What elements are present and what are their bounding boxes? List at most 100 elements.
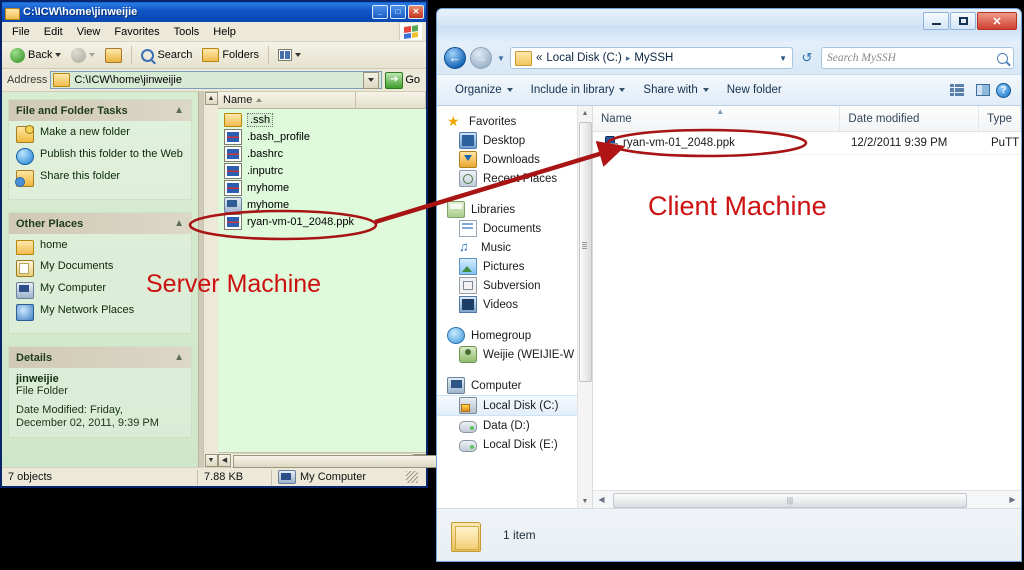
back-button[interactable]: ←: [444, 47, 466, 69]
change-view-icon[interactable]: [950, 84, 964, 96]
nav-item-subversion[interactable]: Subversion: [437, 276, 592, 295]
forward-button[interactable]: →: [470, 47, 492, 69]
resize-grip[interactable]: [406, 471, 418, 483]
nav-item-music[interactable]: ♫ Music: [437, 238, 592, 257]
recent-pages-dropdown[interactable]: ▼: [496, 54, 506, 63]
menu-tools[interactable]: Tools: [167, 24, 207, 40]
nav-group-libraries[interactable]: Libraries: [437, 200, 592, 219]
nav-item-downloads[interactable]: Downloads: [437, 150, 592, 169]
scroll-track[interactable]: [231, 453, 445, 468]
nav-group-homegroup[interactable]: Homegroup: [437, 326, 592, 345]
minimize-icon[interactable]: [923, 12, 949, 30]
scroll-track[interactable]: |||: [609, 492, 1005, 508]
menu-help[interactable]: Help: [206, 24, 243, 40]
client-title-bar: ✕: [437, 9, 1021, 42]
column-date-modified[interactable]: Date modified: [840, 106, 980, 131]
nav-item-videos[interactable]: Videos: [437, 295, 592, 314]
nav-item-desktop[interactable]: Desktop: [437, 131, 592, 150]
maximize-icon[interactable]: [950, 12, 976, 30]
scroll-up-icon[interactable]: ▲: [579, 106, 592, 120]
list-item[interactable]: .inputrc: [222, 162, 426, 179]
search-input[interactable]: Search MySSH: [821, 47, 1014, 69]
task-publish-to-web[interactable]: Publish this folder to the Web: [16, 148, 185, 165]
task-make-new-folder[interactable]: Make a new folder: [16, 125, 185, 143]
list-item-ppk[interactable]: ryan-vm-01_2048.ppk: [222, 213, 426, 230]
help-icon[interactable]: ?: [996, 82, 1011, 98]
maximize-icon[interactable]: □: [390, 5, 406, 19]
nav-group-computer[interactable]: Computer: [437, 376, 592, 395]
status-location-label: My Computer: [300, 471, 367, 483]
list-item[interactable]: .bashrc: [222, 145, 426, 162]
scroll-right-icon[interactable]: ▶: [1005, 492, 1020, 507]
new-folder-button[interactable]: New folder: [719, 81, 790, 99]
chevron-down-icon[interactable]: ▼: [779, 54, 790, 63]
breadcrumb-item-local-disk[interactable]: Local Disk (C:): [546, 52, 621, 64]
preview-pane-icon[interactable]: [976, 84, 990, 96]
scroll-left-icon[interactable]: ◀: [218, 453, 231, 467]
file-name: .bash_profile: [247, 130, 310, 143]
scroll-thumb[interactable]: |||: [613, 493, 967, 508]
up-button[interactable]: [101, 46, 126, 65]
back-button[interactable]: Back: [6, 46, 65, 65]
panel-header[interactable]: Other Places ▲: [9, 213, 191, 234]
column-type[interactable]: Type: [979, 106, 1021, 131]
menu-view[interactable]: View: [70, 24, 108, 40]
refresh-icon[interactable]: ↺: [797, 47, 817, 69]
list-item[interactable]: myhome: [222, 196, 426, 213]
server-horizontal-scrollbar[interactable]: ◀ ▶: [218, 452, 445, 468]
nav-item-local-disk-e[interactable]: Local Disk (E:): [437, 435, 592, 454]
scroll-up-icon[interactable]: ▲: [204, 92, 218, 105]
place-my-network-places[interactable]: My Network Places: [16, 304, 185, 321]
close-icon[interactable]: ✕: [408, 5, 424, 19]
menu-file[interactable]: File: [5, 24, 37, 40]
nav-item-data-d[interactable]: Data (D:): [437, 416, 592, 435]
collapse-chevron-icon[interactable]: ▲: [174, 352, 184, 363]
scroll-down-icon[interactable]: ▼: [579, 494, 592, 508]
go-button[interactable]: ➔ Go: [385, 71, 424, 89]
views-button[interactable]: [274, 47, 305, 63]
include-in-library-button[interactable]: Include in library: [523, 81, 634, 99]
address-dropdown-button[interactable]: [363, 71, 380, 89]
nav-group-favorites[interactable]: ★ Favorites: [437, 112, 592, 131]
client-horizontal-scrollbar[interactable]: ◀ ||| ▶: [593, 490, 1021, 508]
column-name[interactable]: Name: [218, 92, 356, 108]
panel-header[interactable]: File and Folder Tasks ▲: [9, 100, 191, 121]
breadcrumb-prefix[interactable]: «: [536, 52, 542, 64]
collapse-chevron-icon[interactable]: ▲: [174, 105, 184, 116]
nav-vertical-scrollbar[interactable]: ▲ ▼: [577, 106, 592, 508]
place-home[interactable]: home: [16, 239, 185, 255]
breadcrumb[interactable]: « Local Disk (C:) ▸ MySSH ▼: [510, 47, 793, 69]
list-item[interactable]: .ssh: [222, 111, 426, 128]
breadcrumb-item-myssh[interactable]: MySSH: [634, 52, 673, 64]
share-with-button[interactable]: Share with: [635, 81, 716, 99]
collapse-chevron-icon[interactable]: ▲: [174, 218, 184, 229]
file-name: myhome: [247, 198, 290, 211]
nav-item-documents[interactable]: Documents: [437, 219, 592, 238]
menu-edit[interactable]: Edit: [37, 24, 70, 40]
address-input[interactable]: C:\ICW\home\jinweijie: [50, 71, 383, 89]
list-item[interactable]: myhome: [222, 179, 426, 196]
scroll-left-icon[interactable]: ◀: [594, 492, 609, 507]
nav-item-pictures[interactable]: Pictures: [437, 257, 592, 276]
nav-item-local-disk-c[interactable]: Local Disk (C:): [437, 395, 592, 416]
close-icon[interactable]: ✕: [977, 12, 1017, 30]
forward-button[interactable]: [67, 46, 99, 65]
nav-item-recent-places[interactable]: Recent Places: [437, 169, 592, 188]
scroll-thumb[interactable]: [233, 455, 445, 468]
minimize-icon[interactable]: _: [372, 5, 388, 19]
panel-header[interactable]: Details ▲: [9, 347, 191, 368]
table-row[interactable]: ryan-vm-01_2048.ppk 12/2/2011 9:39 PM Pu…: [593, 132, 1021, 155]
search-button[interactable]: Search: [137, 47, 196, 64]
client-navigation-bar: ← → ▼ « Local Disk (C:) ▸ MySSH ▼ ↺ Sear…: [437, 42, 1021, 74]
nav-label: Subversion: [483, 279, 541, 292]
menu-favorites[interactable]: Favorites: [107, 24, 166, 40]
task-share-this-folder[interactable]: Share this folder: [15, 170, 185, 187]
column-name[interactable]: ▲ Name: [593, 106, 841, 131]
scroll-thumb[interactable]: [579, 122, 592, 382]
organize-button[interactable]: Organize: [447, 81, 521, 99]
list-item[interactable]: .bash_profile: [222, 128, 426, 145]
scroll-down-icon[interactable]: ▼: [204, 454, 218, 467]
folders-button[interactable]: Folders: [198, 46, 263, 64]
nav-item-user-weijie[interactable]: Weijie (WEIJIE-W: [437, 345, 592, 364]
